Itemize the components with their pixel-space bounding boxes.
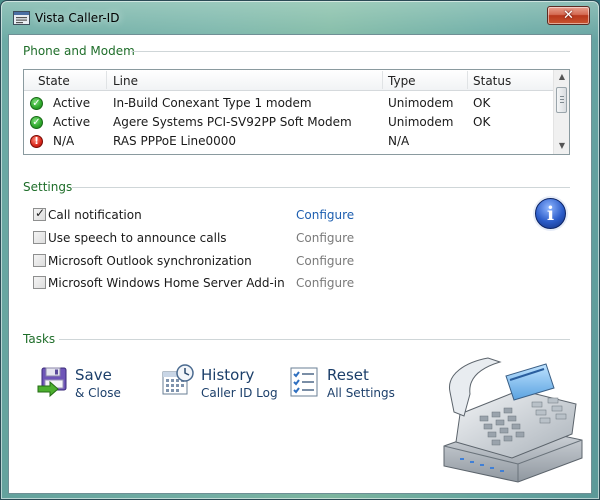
row-state: Active [53,115,91,129]
setting-label[interactable]: Use speech to announce calls [48,229,227,247]
setting-label[interactable]: Call notification [48,206,142,224]
title-bar[interactable]: Vista Caller-ID ✕ [1,1,599,35]
settings-divider [72,187,570,188]
column-header-state[interactable]: State [38,70,70,90]
column-separator[interactable] [106,71,107,89]
row-state: Active [53,96,91,110]
column-separator[interactable] [382,71,383,89]
reset-task[interactable]: Reset All Settings [289,366,399,406]
call-notification-checkbox[interactable] [33,206,46,221]
row-line: In-Build Conexant Type 1 modem [113,96,312,110]
configure-outlook-link: Configure [296,254,355,268]
setting-label[interactable]: Microsoft Outlook synchronization [48,252,252,270]
calendar-history-icon [162,364,194,395]
settings-group-title: Settings [23,180,73,194]
modem-list-header: State Line Type Status [24,70,553,91]
history-task[interactable]: History Caller ID Log [161,364,278,404]
row-type: N/A [388,134,410,148]
save-disk-icon [37,367,67,398]
scroll-thumb[interactable] [556,87,567,113]
row-type: Unimodem [388,115,454,129]
close-icon: ✕ [563,8,574,23]
configure-home-server-link: Configure [296,276,355,290]
home-server-checkbox[interactable] [33,276,46,289]
setting-label[interactable]: Microsoft Windows Home Server Add-in [48,274,285,292]
speech-checkbox[interactable] [33,231,46,244]
save-task-title: Save [75,366,112,384]
save-close-task[interactable]: Save & Close [36,366,146,406]
column-header-type[interactable]: Type [388,70,416,90]
table-row[interactable]: ✓ Active In-Build Conexant Type 1 modem … [24,94,553,113]
scroll-down-arrow-icon[interactable]: ▼ [554,139,569,153]
outlook-checkbox[interactable] [33,254,46,267]
configure-speech-link: Configure [296,231,355,245]
tasks-group-title: Tasks [23,332,56,346]
window-title: Vista Caller-ID [35,11,120,25]
history-task-title: History [201,366,255,384]
modem-list[interactable]: State Line Type Status ✓ Active In-Build… [23,69,570,155]
table-row[interactable]: ✓ Active Agere Systems PCI-SV92PP Soft M… [24,113,553,132]
column-separator[interactable] [467,71,468,89]
row-line: RAS PPPoE Line0000 [113,134,237,148]
list-scrollbar[interactable]: ▲ ▼ [553,70,569,154]
info-icon[interactable]: i [535,198,566,229]
error-circle-icon: ! [30,135,43,148]
history-task-subtitle: Caller ID Log [201,386,278,400]
reset-task-subtitle: All Settings [327,386,395,400]
row-state: N/A [53,134,75,148]
column-header-status[interactable]: Status [473,70,511,90]
checklist-icon [290,367,318,397]
row-status: OK [473,115,491,129]
check-circle-icon: ✓ [30,97,43,110]
phone-modem-group-title: Phone and Modem [23,44,135,58]
table-row[interactable]: ! N/A RAS PPPoE Line0000 N/A [24,132,553,151]
row-type: Unimodem [388,96,454,110]
check-circle-icon: ✓ [30,116,43,129]
reset-task-title: Reset [327,366,369,384]
app-window-icon [13,11,30,25]
scroll-up-arrow-icon[interactable]: ▲ [554,70,569,84]
column-header-line[interactable]: Line [113,70,138,90]
close-button[interactable]: ✕ [547,6,590,25]
row-status: OK [473,96,491,110]
phone-modem-divider [131,51,570,52]
phone-modem-illustration [443,357,583,483]
row-line: Agere Systems PCI-SV92PP Soft Modem [113,115,352,129]
configure-call-notification-link[interactable]: Configure [296,206,354,224]
save-task-subtitle: & Close [75,386,121,400]
tasks-divider [59,339,570,340]
